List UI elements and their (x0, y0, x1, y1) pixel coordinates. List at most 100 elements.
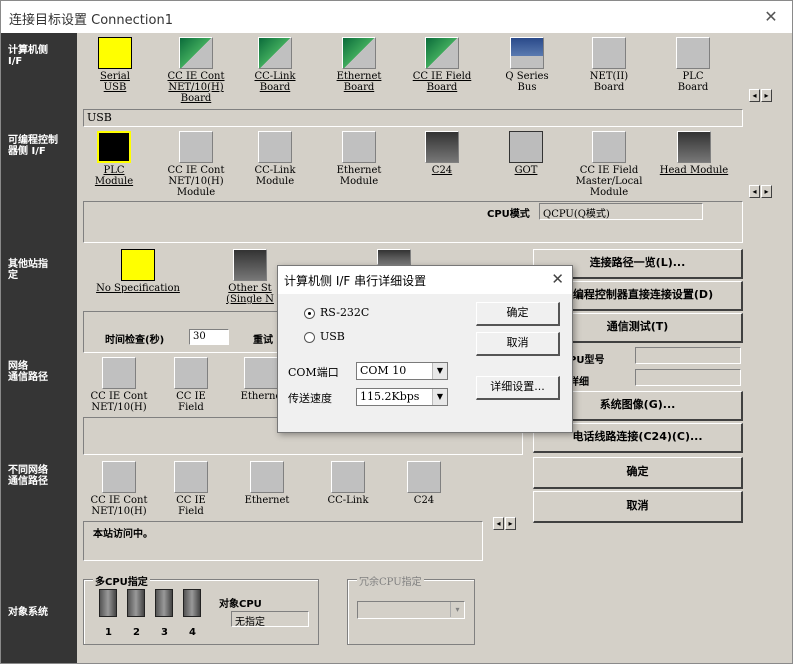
pc-if-label: PLC Board (677, 71, 709, 93)
plc-if-label: C24 (431, 165, 453, 176)
title-bar: 连接目标设置 Connection1 ✕ (1, 1, 792, 33)
baud-rate-select[interactable]: 115.2Kbps ▼ (356, 388, 448, 406)
plc-if-ethernet-module[interactable]: Ethernet Module (327, 131, 391, 187)
close-icon[interactable]: ✕ (760, 6, 782, 28)
diff-network-route-label: 不同网络 通信路径 (8, 465, 48, 487)
c24-diff-route-icon (407, 461, 441, 493)
pc-if-label: Serial USB (100, 71, 130, 93)
cpu-number-2: 2 (133, 627, 140, 638)
other-station-single[interactable]: Other St (Single N (223, 249, 277, 305)
ethernet-module-icon (342, 131, 376, 163)
diff-route-c24[interactable]: C24 (399, 461, 449, 506)
left-category-panel: 计算机侧 I/F 可编程控制 器侧 I/F 其他站指 定 网络 通信路径 不同网… (1, 33, 77, 663)
retry-label: 重试 (253, 335, 273, 346)
pc-if-cc-ie-field-board[interactable]: CC IE Field Board (405, 37, 479, 93)
cc-ie-field-diff-route-icon (174, 461, 208, 493)
diff-route-cc-ie-cont[interactable]: CC IE Cont NET/10(H) (83, 461, 155, 517)
station-status-text: 本站访问中。 (93, 529, 153, 540)
time-check-input[interactable]: 30 (189, 329, 229, 345)
c24-icon (425, 131, 459, 163)
plc-if-plc-module[interactable]: PLC Module (87, 131, 141, 187)
cpu-4-icon[interactable] (183, 589, 201, 617)
usb-radio[interactable] (304, 332, 315, 343)
plc-if-scroll-left-icon[interactable]: ◂ (749, 185, 760, 198)
other-station-no-spec[interactable]: No Specification (83, 249, 193, 294)
baud-rate-label: 传送速度 (288, 392, 332, 405)
baud-rate-value: 115.2Kbps (360, 390, 420, 403)
pc-if-cc-ie-cont-board[interactable]: CC IE Cont NET/10(H) Board (157, 37, 235, 104)
detail-field (635, 369, 741, 386)
plc-if-got[interactable]: GOT (499, 131, 553, 176)
usb-radio-label: USB (320, 330, 345, 343)
cpu-3-icon[interactable] (155, 589, 173, 617)
head-module-icon (677, 131, 711, 163)
route-label: CC IE Field (176, 391, 206, 413)
no-spec-label: No Specification (96, 283, 180, 294)
pc-if-scroll-right-icon[interactable]: ▸ (761, 89, 772, 102)
pc-if-ethernet-board[interactable]: Ethernet Board (327, 37, 391, 93)
cc-ie-cont-module-icon (179, 131, 213, 163)
plc-if-head-module[interactable]: Head Module (657, 131, 731, 176)
pc-if-q-series-bus[interactable]: Q Series Bus (497, 37, 557, 93)
diff-route-scroll-left-icon[interactable]: ◂ (493, 517, 504, 530)
com-port-select[interactable]: COM 10 ▼ (356, 362, 448, 380)
target-system-label: 对象系统 (8, 607, 48, 618)
plc-if-cc-ie-field-master[interactable]: CC IE Field Master/Local Module (567, 131, 651, 198)
ok-button[interactable]: 确定 (533, 457, 743, 489)
other-station-label: Other St (Single N (226, 283, 274, 305)
rs232c-label: RS-232C (320, 306, 370, 319)
diff-route-scroll-right-icon[interactable]: ▸ (505, 517, 516, 530)
diff-route-label: Ethernet (244, 495, 290, 506)
cpu-2-icon[interactable] (127, 589, 145, 617)
plc-if-label: Head Module (659, 165, 729, 176)
diff-route-label: CC-Link (327, 495, 369, 506)
dialog-ok-button[interactable]: 确定 (476, 302, 560, 326)
other-station-label: 其他站指 定 (8, 259, 48, 281)
diff-route-ethernet[interactable]: Ethernet (239, 461, 295, 506)
dialog-title: 计算机侧 I/F 串行详细设置 (284, 274, 427, 288)
pc-if-label: Ethernet Board (336, 71, 382, 93)
com-port-label: COM端口 (288, 366, 339, 379)
cc-ie-field-route-icon (174, 357, 208, 389)
pc-if-net-ii-board[interactable]: NET(II) Board (579, 37, 639, 93)
pc-if-plc-board[interactable]: PLC Board (663, 37, 723, 93)
cancel-button[interactable]: 取消 (533, 491, 743, 523)
cpu-type-label: PU型号 (569, 355, 605, 366)
pc-if-label: Q Series Bus (505, 71, 549, 93)
cc-link-diff-route-icon (331, 461, 365, 493)
rs232c-radio[interactable] (304, 308, 315, 319)
pc-if-scroll-left-icon[interactable]: ◂ (749, 89, 760, 102)
plc-if-scroll-right-icon[interactable]: ▸ (761, 185, 772, 198)
plc-if-cc-ie-cont-module[interactable]: CC IE Cont NET/10(H) Module (157, 131, 235, 198)
cpu-1-icon[interactable] (99, 589, 117, 617)
cc-ie-field-board-icon (425, 37, 459, 69)
cpu-type-field (635, 347, 741, 364)
dialog-cancel-button[interactable]: 取消 (476, 332, 560, 356)
diff-route-cc-ie-field[interactable]: CC IE Field (169, 461, 213, 517)
ethernet-route-icon (244, 357, 278, 389)
serial-detail-dialog: 计算机侧 I/F 串行详细设置 ✕ RS-232C USB COM端口 COM … (277, 265, 573, 433)
connection-settings-window: 连接目标设置 Connection1 ✕ 计算机侧 I/F 可编程控制 器侧 I… (0, 0, 793, 664)
cc-ie-cont-diff-route-icon (102, 461, 136, 493)
pc-side-if-label: 计算机侧 I/F (8, 45, 48, 67)
dialog-close-icon[interactable]: ✕ (551, 270, 564, 288)
route-cc-ie-field[interactable]: CC IE Field (169, 357, 213, 413)
ethernet-board-icon (342, 37, 376, 69)
pc-if-serial-usb[interactable]: Serial USB (85, 37, 145, 93)
other-station-co-icon (377, 249, 411, 265)
diff-route-cc-link[interactable]: CC-Link (321, 461, 375, 506)
diff-route-label: CC IE Cont NET/10(H) (90, 495, 148, 517)
plc-if-c24[interactable]: C24 (415, 131, 469, 176)
plc-if-label: CC IE Cont NET/10(H) Module (167, 165, 225, 198)
pc-if-cc-link-board[interactable]: CC-Link Board (245, 37, 305, 93)
net-ii-board-icon (592, 37, 626, 69)
cc-link-board-icon (258, 37, 292, 69)
target-cpu-field: 无指定 (231, 611, 309, 628)
plc-if-label: GOT (514, 165, 538, 176)
plc-if-label: CC IE Field Master/Local Module (575, 165, 643, 198)
dialog-detail-button[interactable]: 详细设置... (476, 376, 560, 400)
other-station-icon (233, 249, 267, 281)
pc-if-status-field: USB (83, 109, 743, 127)
route-cc-ie-cont[interactable]: CC IE Cont NET/10(H) (83, 357, 155, 413)
plc-if-cc-link-module[interactable]: CC-Link Module (245, 131, 305, 187)
